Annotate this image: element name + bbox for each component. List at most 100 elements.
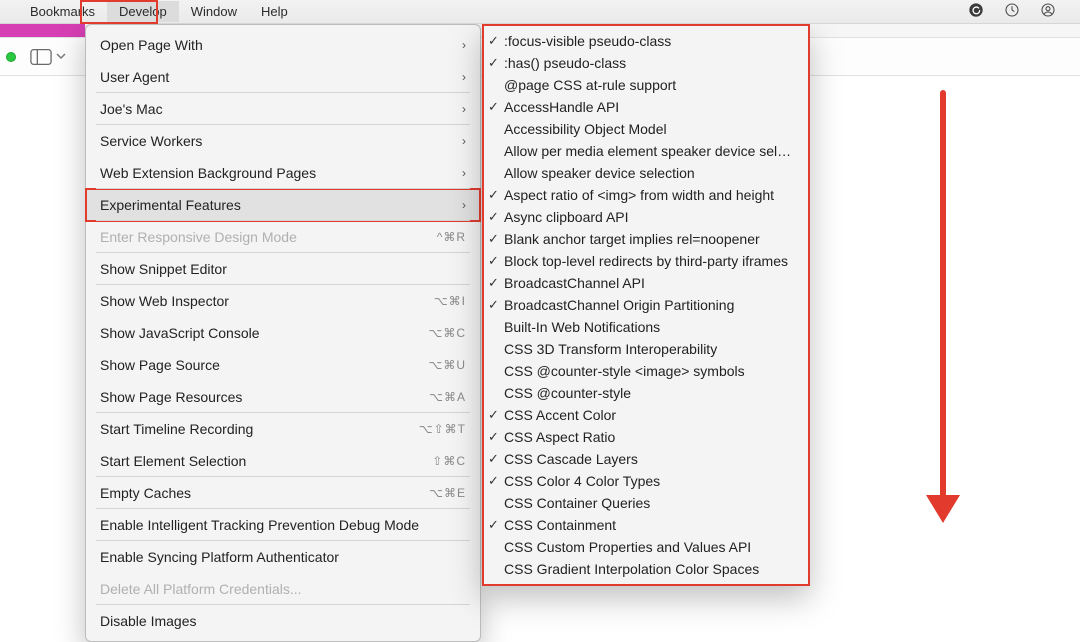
develop-menu-item[interactable]: Start Timeline Recording⌥⇧⌘T (86, 413, 480, 445)
feature-toggle-item[interactable]: ✓:focus-visible pseudo-class (484, 30, 808, 52)
menu-item-label: Start Element Selection (100, 453, 432, 469)
menu-item-label: Enable Intelligent Tracking Prevention D… (100, 517, 466, 533)
feature-toggle-item[interactable]: ✓ CSS Color 4 Color Types (484, 470, 808, 492)
chevron-right-icon: › (462, 70, 466, 84)
menubar-window[interactable]: Window (179, 1, 249, 22)
feature-item-label: CSS 3D Transform Interoperability (504, 341, 794, 357)
menu-item-label: Empty Caches (100, 485, 429, 501)
develop-menu-item[interactable]: Service Workers› (86, 125, 480, 157)
menubar-help[interactable]: Help (249, 1, 300, 22)
menu-item-label: Show Web Inspector (100, 293, 434, 309)
menu-item-label: Show Page Source (100, 357, 429, 373)
feature-toggle-item[interactable]: Built-In Web Notifications (484, 316, 808, 338)
develop-menu-item[interactable]: Joe's Mac› (86, 93, 480, 125)
feature-toggle-item[interactable]: Allow speaker device selection (484, 162, 808, 184)
grammarly-icon[interactable] (968, 2, 984, 21)
checkmark-icon: ✓ (488, 473, 499, 489)
menu-item-shortcut: ⌥⌘E (429, 486, 466, 500)
feature-toggle-item[interactable]: ✓ Async clipboard API (484, 206, 808, 228)
feature-item-label: CSS @counter-style (504, 385, 794, 401)
develop-menu-item[interactable]: Show Snippet Editor (86, 253, 480, 285)
develop-menu-item[interactable]: Experimental Features› (86, 189, 480, 221)
feature-toggle-item[interactable]: ✓Blank anchor target implies rel=noopene… (484, 228, 808, 250)
menubar-develop[interactable]: Develop (107, 1, 179, 22)
feature-toggle-item[interactable]: ✓ CSS Aspect Ratio (484, 426, 808, 448)
sidebar-toggle-button[interactable] (30, 48, 66, 66)
annotation-scroll-arrow (935, 90, 951, 530)
feature-item-label: CSS Accent Color (504, 407, 794, 423)
menu-item-label: Show JavaScript Console (100, 325, 429, 341)
develop-menu: Open Page With›User Agent›Joe's Mac›Serv… (85, 24, 481, 642)
feature-item-label: CSS @counter-style <image> symbols (504, 363, 794, 379)
feature-toggle-item[interactable]: CSS Gradient Interpolation Color Spaces (484, 558, 808, 580)
develop-menu-item[interactable]: Disable Images (86, 605, 480, 637)
feature-toggle-item[interactable]: ✓Aspect ratio of <img> from width and he… (484, 184, 808, 206)
feature-toggle-item[interactable]: Accessibility Object Model (484, 118, 808, 140)
menu-item-label: Experimental Features (100, 197, 462, 213)
develop-menu-item: Delete All Platform Credentials... (86, 573, 480, 605)
feature-item-label: Allow per media element speaker device s… (504, 143, 794, 159)
sidebar-icon (30, 48, 52, 66)
feature-item-label: BroadcastChannel API (504, 275, 794, 291)
develop-menu-item[interactable]: User Agent› (86, 61, 480, 93)
menu-item-label: Web Extension Background Pages (100, 165, 462, 181)
feature-toggle-item[interactable]: ✓ BroadcastChannel API (484, 272, 808, 294)
feature-toggle-item[interactable]: ✓CSS Accent Color (484, 404, 808, 426)
feature-item-label: CSS Color 4 Color Types (504, 473, 794, 489)
checkmark-icon: ✓ (488, 275, 499, 291)
feature-toggle-item[interactable]: ✓CSS Containment (484, 514, 808, 536)
chevron-down-icon (56, 49, 66, 64)
menu-item-shortcut: ^⌘R (437, 230, 466, 244)
feature-toggle-item[interactable]: ✓:has() pseudo-class (484, 52, 808, 74)
feature-item-label: AccessHandle API (504, 99, 794, 115)
develop-menu-item[interactable]: Web Extension Background Pages› (86, 157, 480, 189)
feature-item-label: CSS Aspect Ratio (504, 429, 794, 445)
feature-toggle-item[interactable]: CSS @counter-style <image> symbols (484, 360, 808, 382)
feature-toggle-item[interactable]: ✓Block top-level redirects by third-part… (484, 250, 808, 272)
feature-toggle-item[interactable]: ✓ CSS Cascade Layers (484, 448, 808, 470)
checkmark-icon: ✓ (488, 231, 499, 247)
checkmark-icon: ✓ (488, 209, 499, 225)
history-icon[interactable] (1004, 2, 1020, 21)
checkmark-icon: ✓ (488, 517, 499, 533)
chevron-right-icon: › (462, 166, 466, 180)
feature-toggle-item[interactable]: CSS Custom Properties and Values API (484, 536, 808, 558)
develop-menu-item[interactable]: Show Page Source⌥⌘U (86, 349, 480, 381)
feature-toggle-item[interactable]: ✓BroadcastChannel Origin Partitioning (484, 294, 808, 316)
develop-menu-item[interactable]: Show JavaScript Console⌥⌘C (86, 317, 480, 349)
feature-toggle-item[interactable]: CSS @counter-style (484, 382, 808, 404)
checkmark-icon: ✓ (488, 297, 499, 313)
menu-item-shortcut: ⌥⇧⌘T (419, 422, 466, 436)
feature-item-label: CSS Custom Properties and Values API (504, 539, 794, 555)
traffic-light-green[interactable] (6, 52, 16, 62)
feature-item-label: Built-In Web Notifications (504, 319, 794, 335)
feature-toggle-item[interactable]: CSS 3D Transform Interoperability (484, 338, 808, 360)
develop-menu-item[interactable]: Start Element Selection⇧⌘C (86, 445, 480, 477)
chevron-right-icon: › (462, 134, 466, 148)
develop-menu-item[interactable]: Show Page Resources⌥⌘A (86, 381, 480, 413)
develop-menu-item[interactable]: Enable Intelligent Tracking Prevention D… (86, 509, 480, 541)
menubar-bookmarks[interactable]: Bookmarks (18, 1, 107, 22)
develop-menu-item[interactable]: Show Web Inspector⌥⌘I (86, 285, 480, 317)
develop-menu-item[interactable]: Open Page With› (86, 29, 480, 61)
feature-item-label: CSS Cascade Layers (504, 451, 794, 467)
menubar-right-icons (968, 2, 1076, 21)
feature-item-label: Async clipboard API (504, 209, 794, 225)
account-icon[interactable] (1040, 2, 1056, 21)
feature-item-label: :has() pseudo-class (504, 55, 794, 71)
develop-menu-item: Enter Responsive Design Mode^⌘R (86, 221, 480, 253)
menu-item-label: Show Page Resources (100, 389, 429, 405)
checkmark-icon: ✓ (488, 451, 499, 467)
develop-menu-item[interactable]: Enable Syncing Platform Authenticator (86, 541, 480, 573)
feature-toggle-item[interactable]: CSS Container Queries (484, 492, 808, 514)
feature-toggle-item[interactable]: Allow per media element speaker device s… (484, 140, 808, 162)
feature-toggle-item[interactable]: @page CSS at-rule support (484, 74, 808, 96)
checkmark-icon: ✓ (488, 429, 499, 445)
feature-toggle-item[interactable]: ✓AccessHandle API (484, 96, 808, 118)
menu-item-label: Joe's Mac (100, 101, 462, 117)
develop-menu-item[interactable]: Empty Caches⌥⌘E (86, 477, 480, 509)
chevron-right-icon: › (462, 102, 466, 116)
feature-item-label: :focus-visible pseudo-class (504, 33, 794, 49)
feature-item-label: Block top-level redirects by third-party… (504, 253, 794, 269)
chevron-right-icon: › (462, 198, 466, 212)
